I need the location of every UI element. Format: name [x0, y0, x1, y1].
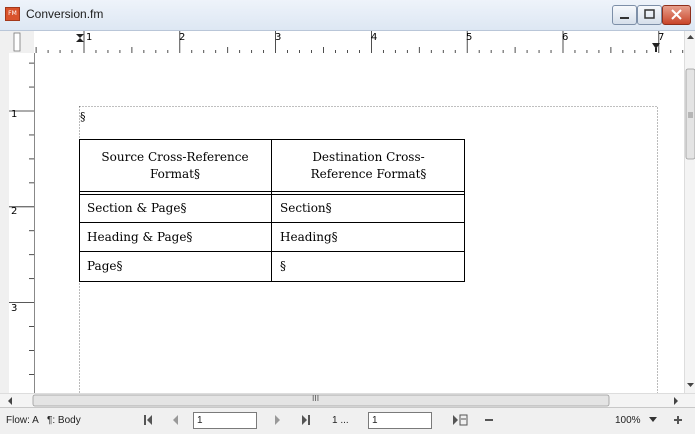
- zoom-level[interactable]: 100%: [615, 415, 641, 426]
- table-cell-r2-source[interactable]: Heading & Page§: [87, 230, 192, 244]
- ruler-corner: [0, 31, 34, 53]
- scroll-down-arrow-icon: [687, 383, 694, 387]
- anchor-marker: §: [80, 110, 86, 123]
- zoom-in-icon[interactable]: [673, 414, 683, 426]
- close-icon: [671, 9, 682, 20]
- horizontal-scroll-grip: III: [312, 394, 320, 403]
- vertical-ruler-gutter: [0, 53, 9, 393]
- table-cell-r2-destination[interactable]: Heading§: [280, 230, 338, 244]
- horizontal-ruler[interactable]: 1 2 3 4 5 6 7: [34, 31, 684, 54]
- table-header-source: Source Cross-Reference Format§: [79, 149, 271, 183]
- next-page-icon[interactable]: [273, 414, 281, 426]
- flow-label: Flow: A: [6, 415, 39, 426]
- zoom-dropdown-chevron-down-icon[interactable]: [648, 414, 658, 426]
- paragraph-tag-label[interactable]: ¶: Body: [47, 415, 81, 426]
- maximize-icon: [644, 9, 655, 19]
- app-icon-text: FM: [8, 10, 17, 17]
- document-canvas[interactable]: § Source Cross-Reference Format§ Destina…: [35, 53, 684, 393]
- vertical-ruler-graphic: [9, 62, 34, 375]
- vruler-label-3: 3: [11, 303, 18, 314]
- minimize-button[interactable]: [612, 5, 637, 25]
- vruler-label-2: 2: [11, 206, 18, 217]
- go-to-page-icon[interactable]: [452, 414, 468, 426]
- vruler-label-1: 1: [11, 109, 18, 120]
- header-destination-line-1: Destination Cross-: [312, 150, 425, 164]
- scroll-right-arrow-icon: [674, 397, 678, 405]
- horizontal-scrollbar[interactable]: III: [0, 393, 695, 408]
- status-bar: Flow: A ¶: Body 1 1 ... 1 100%: [0, 407, 695, 434]
- last-page-icon[interactable]: [301, 414, 311, 426]
- scroll-left-arrow-icon: [8, 397, 12, 405]
- page-number-field[interactable]: 1: [193, 412, 257, 429]
- ruler-label-1: 1: [86, 32, 93, 43]
- maximize-button[interactable]: [637, 5, 662, 25]
- close-button[interactable]: [662, 5, 691, 25]
- vertical-scrollbar[interactable]: [684, 31, 695, 393]
- ruler-label-5: 5: [466, 32, 473, 43]
- framemaker-app-icon[interactable]: FM: [5, 7, 20, 21]
- right-indent-marker-icon[interactable]: [651, 42, 661, 52]
- header-source-line-1: Source Cross-Reference: [101, 150, 249, 164]
- ruler-label-4: 4: [371, 32, 378, 43]
- header-source-line-2: Format§: [150, 167, 200, 181]
- ruler-corner-mark: [13, 32, 21, 52]
- table-cell-r1-destination[interactable]: Section§: [280, 201, 332, 215]
- horizontal-ruler-graphic: [35, 31, 684, 53]
- left-indent-marker-icon[interactable]: [75, 33, 85, 43]
- go-to-page-field[interactable]: 1: [368, 412, 432, 429]
- vertical-ruler[interactable]: 1 2 3: [9, 53, 35, 393]
- conversion-table[interactable]: Source Cross-Reference Format§ Destinati…: [79, 139, 465, 282]
- table-cell-r3-destination[interactable]: §: [280, 259, 286, 273]
- ruler-label-6: 6: [562, 32, 569, 43]
- horizontal-scrollbar-graphic: [8, 394, 678, 407]
- first-page-icon[interactable]: [143, 414, 153, 426]
- vertical-scrollbar-graphic: [685, 35, 695, 387]
- table-cell-r3-source[interactable]: Page§: [87, 259, 122, 273]
- minimize-icon: [620, 17, 629, 19]
- header-destination-line-2: Reference Format§: [310, 167, 427, 181]
- zoom-out-icon[interactable]: [484, 414, 494, 426]
- ruler-label-2: 2: [179, 32, 186, 43]
- page-count-label: 1 ...: [332, 415, 349, 426]
- vertical-scroll-thumb: [685, 68, 695, 160]
- table-cell-r1-source[interactable]: Section & Page§: [87, 201, 186, 215]
- ruler-label-3: 3: [275, 32, 282, 43]
- title-bar: FM Conversion.fm: [0, 0, 695, 31]
- horizontal-scroll-thumb: [32, 394, 610, 407]
- window-title: Conversion.fm: [26, 7, 104, 21]
- scroll-up-arrow-icon: [687, 35, 694, 39]
- table-header-destination: Destination Cross- Reference Format§: [272, 149, 465, 183]
- previous-page-icon[interactable]: [172, 414, 180, 426]
